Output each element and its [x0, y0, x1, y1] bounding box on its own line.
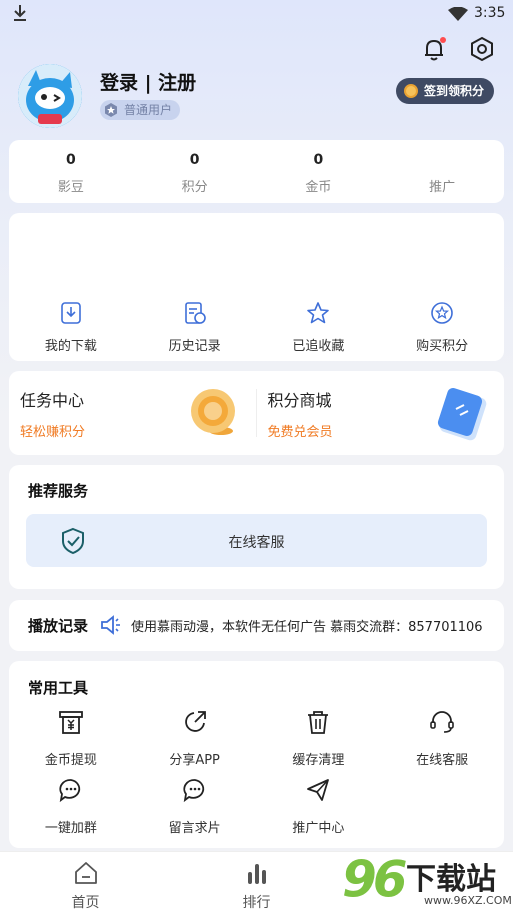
- tool-withdraw[interactable]: 金币提现: [9, 709, 133, 777]
- download-icon: [14, 5, 26, 21]
- trash-icon: [308, 711, 329, 734]
- share-icon: [184, 711, 206, 732]
- promo-card: 任务中心 轻松赚积分 积分商城 免费兑会员: [9, 371, 504, 455]
- quick-action-buy-points[interactable]: 购买积分: [380, 301, 504, 354]
- star-circle-icon: [431, 302, 453, 324]
- send-icon: [307, 779, 330, 801]
- notification-dot: [440, 37, 446, 43]
- login-register-link[interactable]: 登录 | 注册: [100, 68, 196, 95]
- tool-share[interactable]: 分享APP: [133, 709, 257, 777]
- signin-button-label: 签到领积分: [423, 84, 484, 98]
- watermark-logo: 96 下载站 www.96XZ.COM: [338, 850, 513, 911]
- tool-clear-cache[interactable]: 缓存清理: [257, 709, 381, 777]
- gold-coin-icon: [190, 389, 235, 435]
- stat-value: 0: [313, 152, 324, 168]
- quick-action-history[interactable]: 历史记录: [133, 301, 257, 354]
- quick-action-label: 购买积分: [416, 339, 469, 354]
- watermark-number: 96: [342, 850, 408, 908]
- quick-actions-card: 我的下载 历史记录 已追收藏 购买积分: [9, 213, 504, 361]
- recommend-card: 推荐服务 在线客服: [9, 465, 504, 589]
- tool-label: 缓存清理: [292, 753, 345, 768]
- tool-promotion-center[interactable]: 推广中心: [257, 777, 381, 845]
- promo-subtitle: 轻松赚积分: [20, 425, 86, 440]
- user-level-badge: 普通用户: [100, 100, 181, 120]
- nav-label: 首页: [71, 895, 100, 911]
- profile-section: 登录 | 注册 普通用户 签到领积分: [18, 64, 498, 128]
- online-service-button[interactable]: 在线客服: [26, 514, 487, 567]
- stats-card: 0 影豆 0 积分 0 金币 推广: [9, 140, 504, 203]
- tool-online-service[interactable]: 在线客服: [380, 709, 504, 777]
- watermark-text: 下载站: [406, 862, 496, 897]
- points-mall-entry[interactable]: 积分商城 免费兑会员: [257, 371, 505, 455]
- badge-star-icon: [105, 103, 117, 117]
- bell-icon[interactable]: [421, 36, 447, 62]
- tool-join-group[interactable]: 一键加群: [9, 777, 133, 845]
- stat-item[interactable]: 推广: [380, 140, 504, 203]
- section-title: 常用工具: [28, 679, 89, 697]
- history-icon: [184, 302, 206, 324]
- tool-request-film[interactable]: 留言求片: [133, 777, 257, 845]
- speaker-icon: [101, 615, 120, 635]
- watermark-url: www.96XZ.COM: [424, 894, 512, 907]
- notice-marquee: 使用慕雨动漫，本软件无任何广告 慕雨交流群：857701106: [131, 620, 483, 635]
- nav-label: 排行: [242, 895, 271, 911]
- wifi-icon: [448, 7, 468, 21]
- stat-label: 推广: [429, 180, 456, 195]
- headset-icon: [430, 711, 454, 733]
- quick-action-label: 历史记录: [168, 339, 221, 354]
- stat-value: [380, 152, 504, 170]
- tool-label: 推广中心: [292, 821, 345, 836]
- section-title: 播放记录: [28, 617, 89, 635]
- status-time: 3:35: [474, 5, 506, 21]
- quick-action-favorites[interactable]: 已追收藏: [257, 301, 381, 354]
- settings-icon[interactable]: [469, 36, 495, 62]
- message-icon: [183, 779, 204, 803]
- header-actions: [421, 36, 495, 62]
- home-icon: [74, 862, 97, 884]
- stat-label: 金币: [305, 180, 332, 195]
- tool-label: 金币提现: [44, 753, 97, 768]
- service-label: 在线客服: [228, 535, 285, 551]
- stat-label: 积分: [181, 180, 208, 195]
- promo-subtitle: 免费兑会员: [267, 425, 333, 440]
- play-history-card[interactable]: 播放记录 使用慕雨动漫，本软件无任何广告 慕雨交流群：857701106: [9, 600, 504, 651]
- section-title: 推荐服务: [28, 482, 89, 500]
- stat-item[interactable]: 0 影豆: [9, 140, 133, 203]
- stat-value: 0: [66, 152, 76, 168]
- tool-label: 在线客服: [416, 753, 469, 768]
- voucher-icon: [437, 388, 487, 441]
- task-center-entry[interactable]: 任务中心 轻松赚积分: [9, 371, 257, 455]
- status-bar: 3:35: [0, 0, 513, 28]
- quick-action-label: 我的下载: [44, 339, 97, 354]
- download-box-icon: [61, 302, 81, 324]
- stat-label: 影豆: [57, 180, 84, 195]
- withdraw-icon: [58, 711, 83, 734]
- nav-rank[interactable]: 排行: [171, 852, 342, 911]
- promo-title: 任务中心: [20, 391, 85, 410]
- avatar[interactable]: [18, 64, 82, 128]
- stat-value: 0: [189, 152, 200, 168]
- tool-label: 分享APP: [169, 753, 220, 768]
- coin-icon: [403, 84, 418, 98]
- quick-action-download[interactable]: 我的下载: [9, 301, 133, 354]
- tool-label: 留言求片: [168, 821, 221, 836]
- nav-home[interactable]: 首页: [0, 852, 171, 911]
- quick-action-label: 已追收藏: [292, 339, 345, 354]
- stat-item[interactable]: 0 金币: [257, 140, 381, 203]
- star-icon: [307, 302, 330, 324]
- promo-title: 积分商城: [267, 391, 332, 410]
- user-type-label: 普通用户: [124, 103, 173, 117]
- tools-card: 常用工具 金币提现 分享APP 缓存清理 在线客服 一键加群 留言求片 推广中心: [9, 661, 504, 848]
- tool-label: 一键加群: [44, 821, 97, 836]
- signin-button[interactable]: 签到领积分: [395, 78, 494, 104]
- rank-icon: [247, 864, 266, 884]
- stat-item[interactable]: 0 积分: [133, 140, 257, 203]
- chat-group-icon: [59, 779, 81, 803]
